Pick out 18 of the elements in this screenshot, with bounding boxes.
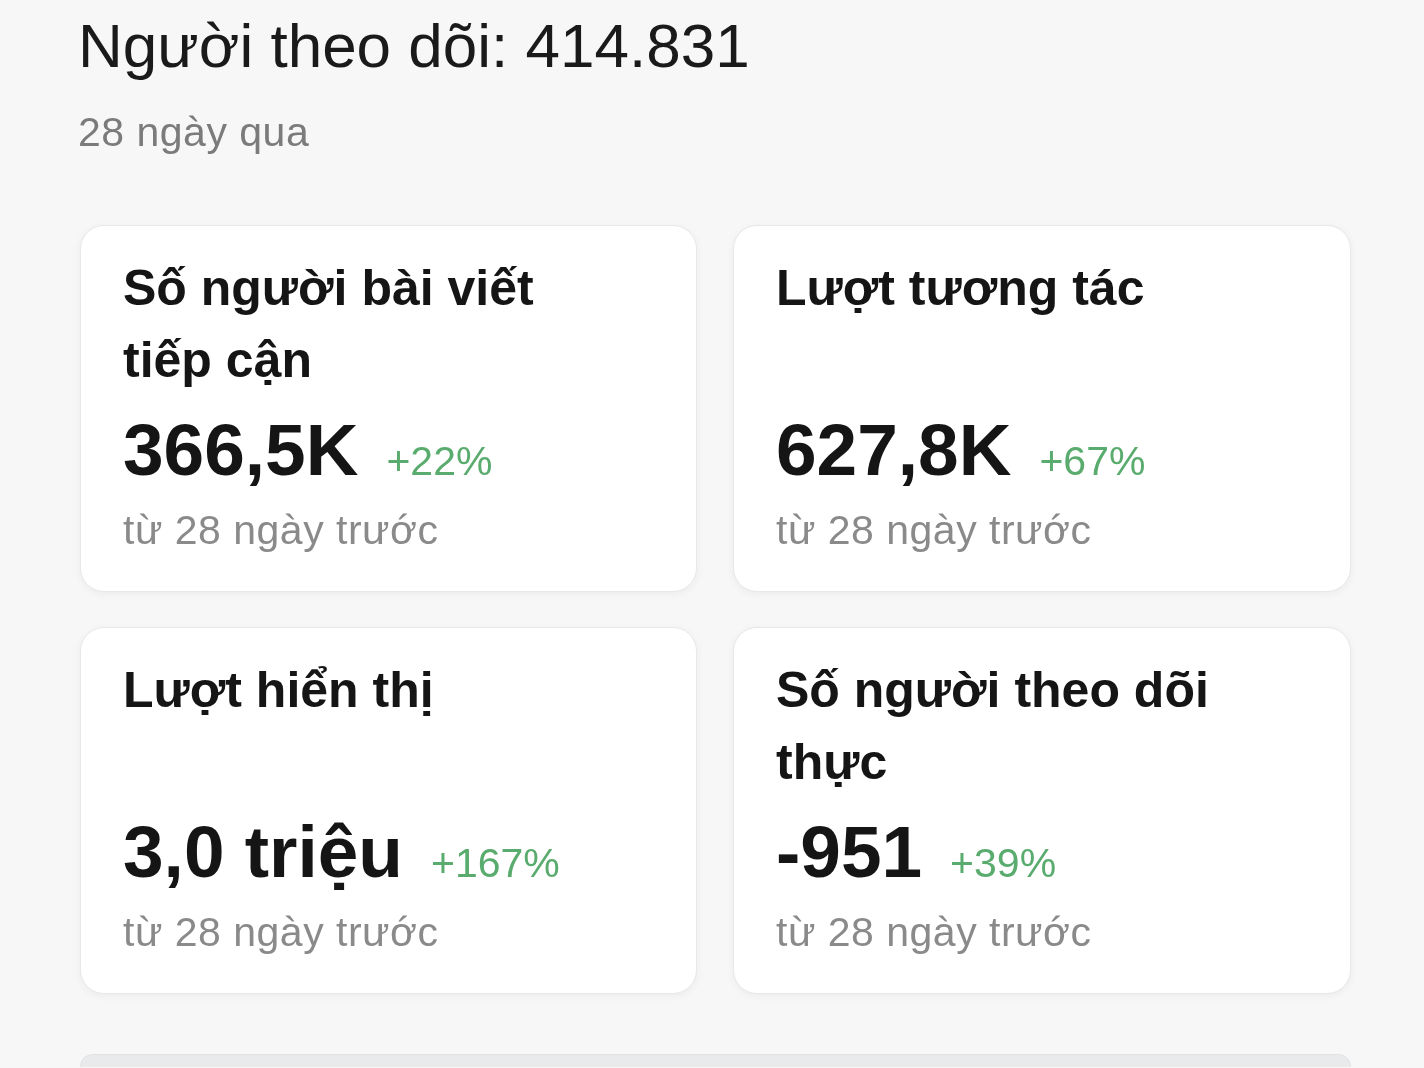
metric-value: -951 <box>776 812 923 892</box>
card-title: Lượt hiển thị <box>123 662 434 718</box>
followers-count: Người theo dõi: 414.831 <box>78 10 750 82</box>
comparison-label: từ 28 ngày trước <box>776 909 1092 955</box>
metric-value: 627,8K <box>776 410 1012 490</box>
change-percent: +22% <box>386 438 493 484</box>
card-title: Số người theo dõi thực <box>776 662 1209 790</box>
metric-value: 3,0 triệu <box>123 812 403 892</box>
comparison-label: từ 28 ngày trước <box>123 909 439 955</box>
change-percent: +167% <box>430 840 560 886</box>
change-percent: +39% <box>950 840 1057 886</box>
card-title: Số người bài viết tiếp cận <box>123 260 534 388</box>
change-percent: +67% <box>1039 438 1146 484</box>
period-label: 28 ngày qua <box>78 109 310 155</box>
comparison-label: từ 28 ngày trước <box>776 507 1092 553</box>
card-title: Lượt tương tác <box>776 260 1145 316</box>
metric-value: 366,5K <box>123 410 359 490</box>
comparison-label: từ 28 ngày trước <box>123 507 439 553</box>
